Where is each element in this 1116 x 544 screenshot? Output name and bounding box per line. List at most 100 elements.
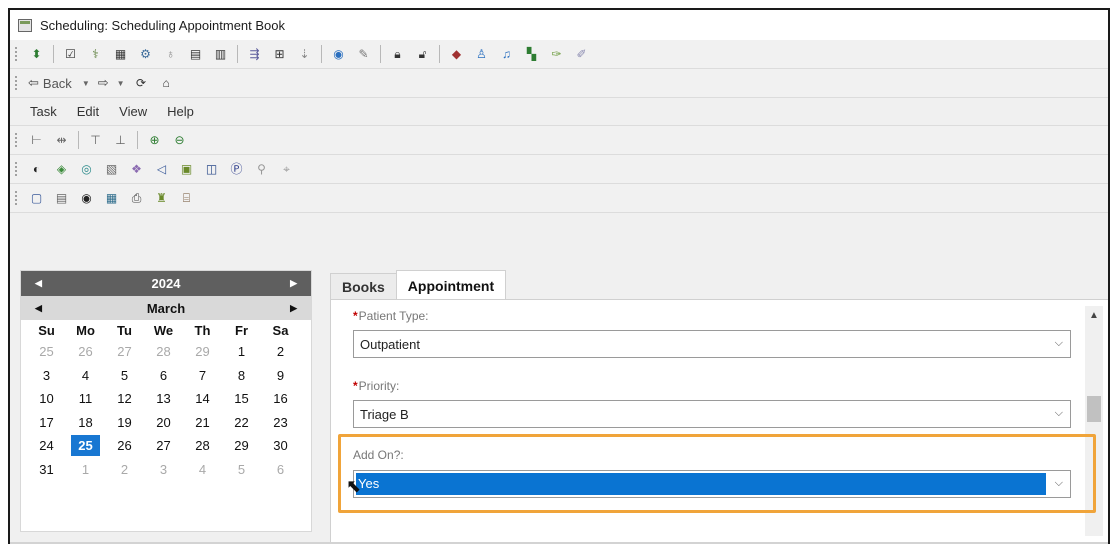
calendar-day[interactable]: 26 <box>66 341 105 362</box>
calendar-day[interactable]: 23 <box>261 412 300 433</box>
calendar-day[interactable]: 20 <box>144 412 183 433</box>
chevron-down-icon[interactable]: ⌵ <box>1055 477 1063 490</box>
calendar-day[interactable]: 4 <box>66 365 105 386</box>
tag-icon[interactable]: ⌖ <box>278 161 295 177</box>
calendar-day[interactable]: 1 <box>222 341 261 362</box>
tab-books[interactable]: Books <box>330 273 397 300</box>
calendar-day[interactable]: 5 <box>105 365 144 386</box>
person-icon[interactable]: ♙ <box>473 46 490 62</box>
prev-month-icon[interactable]: ◀ <box>35 303 42 314</box>
forward-dropdown-icon[interactable]: ▼ <box>117 79 125 88</box>
back-dropdown-icon[interactable]: ▼ <box>82 79 90 88</box>
toolbar-grip[interactable] <box>14 46 18 62</box>
calendar-day[interactable]: 27 <box>105 341 144 362</box>
calendar-day[interactable]: 4 <box>183 459 222 480</box>
patient-icon[interactable]: ▣ <box>178 161 195 177</box>
insert-icon[interactable]: ⬍ <box>28 46 45 62</box>
refresh-icon[interactable]: ⟳ <box>133 75 150 91</box>
calendar-day[interactable]: 30 <box>261 435 300 456</box>
eraser-icon[interactable]: ✐ <box>573 46 590 62</box>
calendar-day[interactable]: 31 <box>27 459 66 480</box>
calendar-day[interactable]: 28 <box>183 435 222 456</box>
calendar-day[interactable]: 7 <box>183 365 222 386</box>
book-icon[interactable]: ♫ <box>498 46 515 62</box>
check-icon[interactable]: ☑ <box>62 46 79 62</box>
calendar-day[interactable]: 29 <box>222 435 261 456</box>
calendar-edit-icon[interactable]: ▦ <box>112 46 129 62</box>
target-icon[interactable]: ◉ <box>330 46 347 62</box>
calendar-day[interactable]: 6 <box>144 365 183 386</box>
check-in-icon[interactable]: ◐ <box>28 161 45 177</box>
calendar-day[interactable]: 17 <box>27 412 66 433</box>
zoom-in-icon[interactable]: ⊕ <box>146 132 163 148</box>
scroll-thumb[interactable] <box>1087 396 1101 422</box>
calendar-day-selected[interactable]: 25 <box>71 435 100 457</box>
next-month-icon[interactable]: ▶ <box>290 303 297 314</box>
unlock-icon[interactable]: 🔓︎ <box>414 46 431 62</box>
move-icon[interactable]: ⊞ <box>271 46 288 62</box>
calendar-day[interactable]: 27 <box>144 435 183 456</box>
calendar-day[interactable]: 25 <box>27 341 66 362</box>
tab-appointment[interactable]: Appointment <box>395 270 507 300</box>
calendar-day[interactable]: 28 <box>144 341 183 362</box>
split-icon[interactable]: ⇶ <box>246 46 263 62</box>
person-details-icon[interactable]: Ⓟ <box>228 161 245 177</box>
document-icon[interactable]: ▤ <box>53 190 70 206</box>
cube-icon[interactable]: ◆ <box>448 46 465 62</box>
calendar-day[interactable]: 2 <box>105 459 144 480</box>
patient-type-select[interactable]: Outpatient ⌵ <box>353 330 1071 358</box>
lock-icon[interactable]: 🔒︎ <box>389 46 406 62</box>
calendar-day[interactable]: 29 <box>183 341 222 362</box>
board-icon[interactable]: ⌸ <box>178 190 195 206</box>
calendar-day[interactable]: 18 <box>66 412 105 433</box>
chart-book-icon[interactable]: ▦ <box>103 190 120 206</box>
lock-user-icon[interactable]: ♜ <box>153 190 170 206</box>
chevron-down-icon[interactable]: ⌵ <box>1055 407 1063 420</box>
vertical-scrollbar[interactable]: ▲ <box>1085 306 1103 536</box>
calendar-day[interactable]: 2 <box>261 341 300 362</box>
calendar-day[interactable]: 6 <box>261 459 300 480</box>
align-top-icon[interactable]: ⊤ <box>87 132 104 148</box>
menu-edit[interactable]: Edit <box>77 104 99 119</box>
calendar-day[interactable]: 9 <box>261 365 300 386</box>
calendar-day[interactable]: 11 <box>66 388 105 409</box>
notes-icon[interactable]: ◫ <box>203 161 220 177</box>
calendar-day[interactable]: 3 <box>27 365 66 386</box>
cancel-appointment-icon[interactable]: ◎ <box>78 161 95 177</box>
calendar-day[interactable]: 8 <box>222 365 261 386</box>
menu-task[interactable]: Task <box>30 104 57 119</box>
zoom-out-icon[interactable]: ⊖ <box>171 132 188 148</box>
priority-select[interactable]: Triage B ⌵ <box>353 400 1071 428</box>
align-bottom-icon[interactable]: ⊥ <box>112 132 129 148</box>
toolbar-grip[interactable] <box>14 75 18 91</box>
calendar-day[interactable]: 10 <box>27 388 66 409</box>
calendar-day[interactable]: 5 <box>222 459 261 480</box>
reschedule-icon[interactable]: ▧ <box>103 161 120 177</box>
print-icon[interactable]: ▥ <box>212 46 229 62</box>
back-button[interactable]: Back <box>43 76 72 91</box>
printer-icon[interactable]: ⎙ <box>128 190 145 206</box>
toolbar-grip[interactable] <box>14 190 18 206</box>
forward-arrow-icon[interactable]: ⇨ <box>98 75 109 91</box>
grid-icon[interactable]: ▤ <box>187 46 204 62</box>
search-person-icon[interactable]: ⚲ <box>253 161 270 177</box>
scroll-up-icon[interactable]: ▲ <box>1089 310 1099 321</box>
calendar-day[interactable]: 1 <box>66 459 105 480</box>
back-arrow-icon[interactable]: ⇦ <box>28 75 39 91</box>
calendar-day[interactable]: 26 <box>105 435 144 456</box>
calendar-day[interactable]: 14 <box>183 388 222 409</box>
add-on-select[interactable]: Yes ⌵ <box>353 470 1071 498</box>
menu-view[interactable]: View <box>119 104 147 119</box>
calendar-day[interactable]: 13 <box>144 388 183 409</box>
align-left-icon[interactable]: ⊢ <box>28 132 45 148</box>
schedule-icon[interactable]: ⚙ <box>137 46 154 62</box>
home-icon[interactable]: ⌂ <box>158 75 175 91</box>
pencil-icon[interactable]: ✎ <box>355 46 372 62</box>
no-show-icon[interactable]: ❖ <box>128 161 145 177</box>
toolbar-grip[interactable] <box>14 132 18 148</box>
next-year-icon[interactable]: ▶ <box>290 278 297 289</box>
person-edit-icon[interactable]: ⚕ <box>87 46 104 62</box>
toolbar-grip[interactable] <box>14 161 18 177</box>
tree-icon[interactable]: ⇣ <box>296 46 313 62</box>
calendar-day[interactable]: 21 <box>183 412 222 433</box>
